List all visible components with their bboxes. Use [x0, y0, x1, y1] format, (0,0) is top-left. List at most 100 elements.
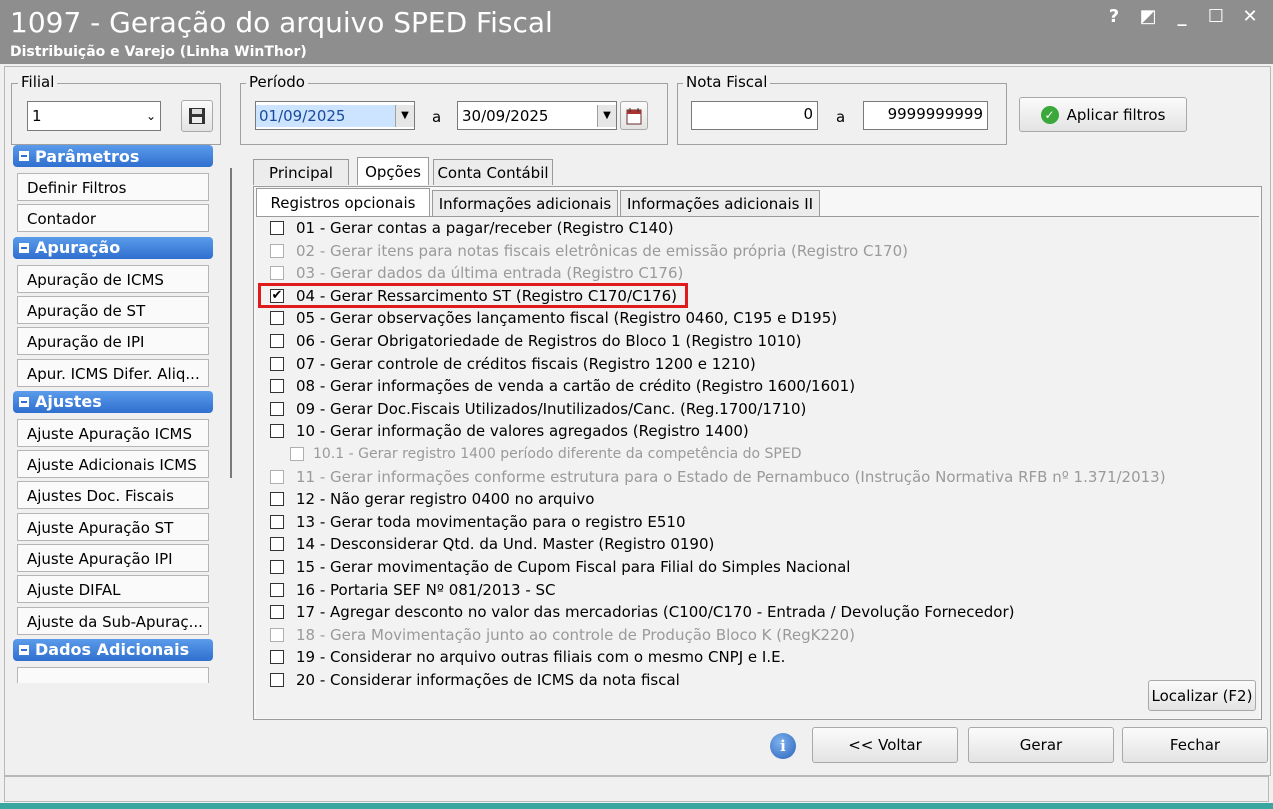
- filial-legend: Filial: [18, 73, 58, 91]
- checkbox[interactable]: [270, 221, 284, 235]
- checkbox[interactable]: [270, 334, 284, 348]
- sidebar-item[interactable]: Ajuste Adicionais ICMS: [17, 450, 209, 479]
- option-label: 01 - Gerar contas a pagar/receber (Regis…: [296, 219, 674, 237]
- checkbox[interactable]: [270, 650, 284, 665]
- checkbox[interactable]: [270, 379, 284, 394]
- sidebar-item[interactable]: Apuração de IPI: [17, 327, 209, 356]
- option-checkbox-row: 02 - Gerar itens para notas fiscais elet…: [270, 241, 908, 261]
- option-checkbox-row[interactable]: 07 - Gerar controle de créditos fiscais …: [270, 354, 756, 374]
- nota-fiscal-start-input[interactable]: 0: [691, 101, 818, 130]
- tab[interactable]: Conta Contábil: [433, 159, 553, 185]
- sidebar-item[interactable]: Definir Filtros: [17, 173, 209, 201]
- option-checkbox-row[interactable]: 16 - Portaria SEF Nº 081/2013 - SC: [270, 580, 556, 600]
- option-checkbox-row[interactable]: 12 - Não gerar registro 0400 no arquivo: [270, 489, 594, 509]
- checkbox[interactable]: [270, 514, 284, 529]
- option-checkbox-row[interactable]: 01 - Gerar contas a pagar/receber (Regis…: [270, 218, 674, 238]
- option-checkbox-row[interactable]: 14 - Desconsiderar Qtd. da Und. Master (…: [270, 534, 714, 554]
- checkbox[interactable]: [270, 492, 284, 507]
- tab[interactable]: Opções: [357, 157, 429, 185]
- help-icon[interactable]: ?: [1102, 6, 1126, 27]
- checkbox: [270, 243, 284, 258]
- subtab[interactable]: Informações adicionais II: [620, 190, 820, 216]
- option-checkbox-row[interactable]: 20 - Considerar informações de ICMS da n…: [270, 670, 680, 690]
- maximize-icon[interactable]: ☐: [1204, 6, 1228, 27]
- dropdown-arrow-icon[interactable]: ▼: [395, 104, 414, 127]
- subtab[interactable]: Registros opcionais: [256, 188, 430, 216]
- localizar-button[interactable]: Localizar (F2): [1148, 680, 1256, 711]
- checkbox[interactable]: [270, 560, 284, 574]
- checkbox[interactable]: [270, 673, 284, 687]
- sidebar-item[interactable]: Ajuste Apuração ICMS: [17, 418, 209, 447]
- nota-fiscal-separator: a: [836, 108, 846, 126]
- sidebar-section-header[interactable]: Parâmetros: [13, 145, 213, 167]
- checkbox[interactable]: [270, 401, 284, 416]
- subtab[interactable]: Informações adicionais: [432, 190, 618, 216]
- option-label: 17 - Agregar desconto no valor das merca…: [296, 603, 1015, 622]
- tab[interactable]: Principal: [253, 159, 349, 185]
- restore-icon[interactable]: ◩: [1136, 6, 1160, 27]
- option-checkbox-row[interactable]: 05 - Gerar observações lançamento fiscal…: [270, 308, 837, 328]
- option-checkbox-row[interactable]: 08 - Gerar informações de venda a cartão…: [270, 376, 855, 396]
- dropdown-arrow-icon[interactable]: ▼: [597, 104, 616, 127]
- close-icon[interactable]: ✕: [1238, 6, 1262, 27]
- sidebar-item[interactable]: Apur. ICMS Difer. Aliq...: [17, 358, 209, 387]
- sidebar-scrollbar[interactable]: [230, 168, 232, 478]
- periodo-start-field[interactable]: 01/09/2025 ▼: [255, 101, 415, 130]
- sidebar-item[interactable]: Ajuste DIFAL: [17, 575, 209, 604]
- check-circle-icon: ✓: [1040, 105, 1059, 124]
- option-checkbox-row[interactable]: 09 - Gerar Doc.Fiscais Utilizados/Inutil…: [270, 399, 806, 419]
- sidebar-section-title: Parâmetros: [35, 146, 140, 166]
- checkbox[interactable]: [270, 605, 284, 620]
- sidebar-section-header[interactable]: Apuração: [13, 236, 213, 259]
- sidebar-item[interactable]: Ajuste Apuração ST: [17, 512, 209, 541]
- sidebar-section-header[interactable]: Ajustes: [13, 390, 213, 413]
- checkbox: [270, 469, 284, 484]
- sidebar-item[interactable]: [17, 666, 209, 683]
- minimize-icon[interactable]: _: [1170, 6, 1194, 27]
- option-checkbox-row: 03 - Gerar dados da última entrada (Regi…: [270, 263, 683, 283]
- option-label: 08 - Gerar informações de venda a cartão…: [296, 377, 856, 396]
- collapse-icon: [19, 396, 29, 407]
- option-checkbox-row[interactable]: 15 - Gerar movimentação de Cupom Fiscal …: [270, 557, 850, 577]
- info-icon[interactable]: i: [770, 733, 796, 759]
- sidebar-item[interactable]: Apuração de ICMS: [17, 264, 209, 293]
- bottom-strip: [0, 803, 1273, 809]
- sidebar-item[interactable]: Ajuste da Sub-Apuraç...: [17, 606, 209, 635]
- apply-filters-button[interactable]: ✓ Aplicar filtros: [1019, 97, 1187, 132]
- sidebar-item[interactable]: Ajuste Apuração IPI: [17, 544, 209, 572]
- option-label: 06 - Gerar Obrigatoriedade de Registros …: [296, 332, 802, 350]
- sidebar-item[interactable]: Ajustes Doc. Fiscais: [17, 481, 209, 510]
- sidebar-item[interactable]: Apuração de ST: [17, 295, 209, 324]
- option-label: 18 - Gera Movimentação junto ao controle…: [296, 625, 855, 644]
- option-label: 12 - Não gerar registro 0400 no arquivo: [296, 490, 595, 509]
- sidebar-section-title: Apuração: [35, 238, 121, 258]
- option-checkbox-row[interactable]: 17 - Agregar desconto no valor das merca…: [270, 602, 1014, 622]
- checkbox: [290, 447, 304, 461]
- checkbox[interactable]: [270, 537, 284, 552]
- checkbox: [270, 627, 284, 642]
- save-icon[interactable]: [181, 100, 213, 132]
- option-checkbox-row[interactable]: 06 - Gerar Obrigatoriedade de Registros …: [270, 331, 802, 351]
- nota-fiscal-end-input[interactable]: 9999999999: [863, 101, 988, 130]
- option-checkbox-row: 11 - Gerar informações conforme estrutur…: [270, 467, 1166, 487]
- gerar-button[interactable]: Gerar: [968, 727, 1114, 763]
- periodo-end-field[interactable]: 30/09/2025 ▼: [457, 101, 617, 130]
- periodo-separator: a: [432, 108, 442, 126]
- option-checkbox-row[interactable]: 19 - Considerar no arquivo outras filiai…: [270, 647, 785, 667]
- checkbox[interactable]: [270, 582, 284, 597]
- voltar-button[interactable]: << Voltar: [812, 727, 958, 763]
- sidebar-section-header[interactable]: Dados Adicionais: [13, 638, 213, 661]
- option-label: 20 - Considerar informações de ICMS da n…: [296, 671, 680, 689]
- apply-filters-label: Aplicar filtros: [1066, 105, 1166, 124]
- option-checkbox-row[interactable]: 13 - Gerar toda movimentação para o regi…: [270, 512, 686, 532]
- option-label: 14 - Desconsiderar Qtd. da Und. Master (…: [296, 535, 715, 554]
- option-checkbox-row[interactable]: 10 - Gerar informação de valores agregad…: [270, 421, 749, 441]
- checkbox[interactable]: [270, 424, 284, 439]
- sidebar-item[interactable]: Contador: [17, 204, 209, 233]
- calendar-icon[interactable]: [620, 101, 648, 130]
- checkbox[interactable]: [270, 311, 284, 326]
- checkbox[interactable]: [270, 356, 284, 371]
- filial-select[interactable]: 1 ⌄: [27, 101, 161, 131]
- option-label: 09 - Gerar Doc.Fiscais Utilizados/Inutil…: [296, 399, 807, 418]
- fechar-button[interactable]: Fechar: [1122, 727, 1268, 763]
